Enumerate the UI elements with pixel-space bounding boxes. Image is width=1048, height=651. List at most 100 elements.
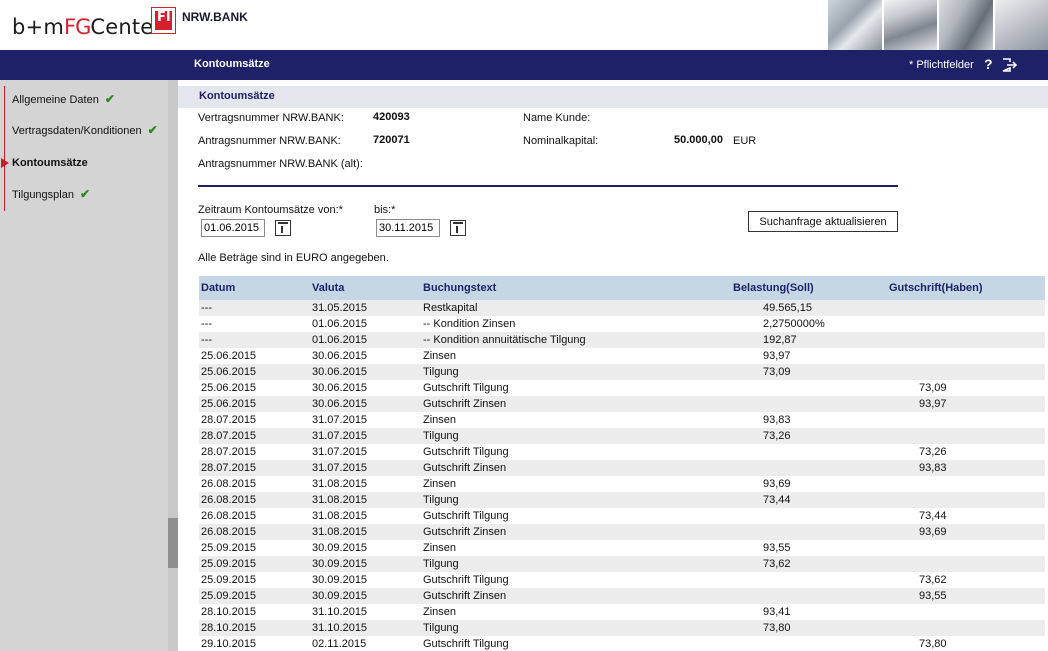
cell-datum: --- bbox=[199, 332, 310, 348]
transactions-table: Datum Valuta Buchungstext Belastung(Soll… bbox=[199, 276, 1045, 651]
logo-fg: FG bbox=[63, 15, 91, 39]
cell-datum: 26.08.2015 bbox=[199, 508, 310, 524]
sidebar-scrollbar-thumb[interactable] bbox=[168, 518, 178, 568]
antragsnummer-value: 720071 bbox=[373, 134, 410, 146]
cell-buchungstext: Tilgung bbox=[421, 620, 731, 636]
cell-valuta: 01.06.2015 bbox=[310, 316, 421, 332]
cell-valuta: 30.09.2015 bbox=[310, 556, 421, 572]
cell-gutschrift bbox=[887, 556, 1045, 572]
date-from-input[interactable] bbox=[201, 219, 265, 237]
cell-gutschrift bbox=[887, 412, 1045, 428]
antragsnummer-label: Antragsnummer NRW.BANK: bbox=[198, 135, 341, 147]
cell-belastung bbox=[731, 460, 887, 476]
cell-valuta: 31.07.2015 bbox=[310, 444, 421, 460]
nominalkapital-label: Nominalkapital: bbox=[523, 135, 599, 147]
vertragsnummer-value: 420093 bbox=[373, 111, 410, 123]
cell-belastung: 73,62 bbox=[731, 556, 887, 572]
sidebar-item-allgemeine-daten[interactable]: Allgemeine Daten ✔ bbox=[12, 92, 115, 106]
cell-datum: 26.08.2015 bbox=[199, 524, 310, 540]
cell-belastung: 73,80 bbox=[731, 620, 887, 636]
cell-gutschrift: 93,55 bbox=[887, 588, 1045, 604]
app-header: b+mFGCenter FI NRW.BANK bbox=[0, 0, 1048, 50]
cell-buchungstext: -- Kondition annuitätische Tilgung bbox=[421, 332, 731, 348]
zeitraum-von-label: Zeitraum Kontoumsätze von:* bbox=[198, 204, 343, 216]
cell-belastung bbox=[731, 572, 887, 588]
table-row: 25.06.2015 30.06.2015 Zinsen 93,97 bbox=[199, 348, 1045, 364]
cell-belastung bbox=[731, 380, 887, 396]
cell-buchungstext: Tilgung bbox=[421, 556, 731, 572]
table-row: 26.08.2015 31.08.2015 Zinsen 93,69 bbox=[199, 476, 1045, 492]
cell-datum: 25.09.2015 bbox=[199, 540, 310, 556]
cell-buchungstext: Tilgung bbox=[421, 364, 731, 380]
cell-buchungstext: Zinsen bbox=[421, 604, 731, 620]
table-row: 28.10.2015 31.10.2015 Zinsen 93,41 bbox=[199, 604, 1045, 620]
table-row: --- 01.06.2015 -- Kondition Zinsen 2,275000… bbox=[199, 316, 1045, 332]
column-header-buchungstext: Buchungstext bbox=[421, 276, 731, 300]
table-row: 25.06.2015 30.06.2015 Gutschrift Tilgung 73… bbox=[199, 380, 1045, 396]
check-icon: ✔ bbox=[104, 92, 115, 106]
cell-belastung bbox=[731, 444, 887, 460]
table-row: 25.06.2015 30.06.2015 Gutschrift Zinsen 93,… bbox=[199, 396, 1045, 412]
cell-gutschrift bbox=[887, 300, 1045, 316]
cell-valuta: 30.06.2015 bbox=[310, 396, 421, 412]
table-row: 26.08.2015 31.08.2015 Gutschrift Tilgung 73… bbox=[199, 508, 1045, 524]
sidebar-item-vertragsdaten[interactable]: Vertragsdaten/Konditionen ✔ bbox=[12, 123, 158, 137]
banner-image-1 bbox=[828, 0, 882, 50]
help-icon[interactable]: ? bbox=[984, 56, 993, 72]
cell-buchungstext: Gutschrift Tilgung bbox=[421, 508, 731, 524]
table-row: 29.10.2015 02.11.2015 Gutschrift Tilgung 73… bbox=[199, 636, 1045, 651]
cell-datum: 25.06.2015 bbox=[199, 364, 310, 380]
logout-icon[interactable] bbox=[1002, 58, 1018, 72]
cell-buchungstext: Gutschrift Zinsen bbox=[421, 588, 731, 604]
cell-valuta: 30.06.2015 bbox=[310, 364, 421, 380]
cell-valuta: 31.07.2015 bbox=[310, 428, 421, 444]
sidebar-item-tilgungsplan[interactable]: Tilgungsplan ✔ bbox=[12, 187, 90, 201]
banner-image-2 bbox=[883, 0, 937, 50]
cell-gutschrift bbox=[887, 316, 1045, 332]
column-header-belastung: Belastung(Soll) bbox=[731, 276, 887, 300]
cell-belastung bbox=[731, 396, 887, 412]
vertragsnummer-label: Vertragsnummer NRW.BANK: bbox=[198, 112, 344, 124]
table-row: 28.07.2015 31.07.2015 Gutschrift Tilgung 73… bbox=[199, 444, 1045, 460]
cell-buchungstext: Gutschrift Zinsen bbox=[421, 396, 731, 412]
table-row: 28.07.2015 31.07.2015 Zinsen 93,83 bbox=[199, 412, 1045, 428]
sidebar-item-kontoumsaetze[interactable]: Kontoumsätze bbox=[12, 157, 88, 169]
sidebar-nav: Allgemeine Daten ✔ Vertragsdaten/Konditio… bbox=[0, 80, 168, 651]
cell-valuta: 31.08.2015 bbox=[310, 524, 421, 540]
calendar-icon-to[interactable] bbox=[450, 220, 466, 236]
column-header-datum: Datum bbox=[199, 276, 310, 300]
cell-datum: 28.10.2015 bbox=[199, 620, 310, 636]
cell-datum: 25.09.2015 bbox=[199, 588, 310, 604]
cell-buchungstext: -- Kondition Zinsen bbox=[421, 316, 731, 332]
cell-buchungstext: Gutschrift Tilgung bbox=[421, 380, 731, 396]
cell-valuta: 02.11.2015 bbox=[310, 636, 421, 651]
table-row: 25.09.2015 30.09.2015 Zinsen 93,55 bbox=[199, 540, 1045, 556]
refresh-search-button[interactable]: Suchanfrage aktualisieren bbox=[748, 211, 898, 232]
cell-gutschrift: 73,62 bbox=[887, 572, 1045, 588]
cell-belastung bbox=[731, 524, 887, 540]
table-row: 25.09.2015 30.09.2015 Gutschrift Tilgung 73… bbox=[199, 572, 1045, 588]
table-body: --- 31.05.2015 Restkapital 49.565,15 --- 01.0… bbox=[199, 300, 1045, 651]
cell-belastung: 93,83 bbox=[731, 412, 887, 428]
section-divider bbox=[198, 185, 898, 187]
cell-valuta: 01.06.2015 bbox=[310, 332, 421, 348]
header-banner-images bbox=[826, 0, 1048, 50]
cell-gutschrift: 73,09 bbox=[887, 380, 1045, 396]
nominalkapital-value: 50.000,00 bbox=[674, 134, 723, 146]
cell-gutschrift: 93,69 bbox=[887, 524, 1045, 540]
cell-valuta: 30.06.2015 bbox=[310, 380, 421, 396]
cell-belastung: 192,87 bbox=[731, 332, 887, 348]
cell-gutschrift: 73,80 bbox=[887, 636, 1045, 651]
cell-valuta: 30.09.2015 bbox=[310, 572, 421, 588]
cell-belastung: 73,44 bbox=[731, 492, 887, 508]
table-row: --- 31.05.2015 Restkapital 49.565,15 bbox=[199, 300, 1045, 316]
zeitraum-bis-label: bis:* bbox=[374, 204, 396, 216]
sidebar-progress-line bbox=[4, 86, 5, 211]
cell-datum: 28.07.2015 bbox=[199, 428, 310, 444]
date-to-input[interactable] bbox=[376, 219, 440, 237]
table-header-row: Datum Valuta Buchungstext Belastung(Soll… bbox=[199, 276, 1045, 300]
table-row: 25.09.2015 30.09.2015 Gutschrift Zinsen 93,… bbox=[199, 588, 1045, 604]
banner-image-3 bbox=[939, 0, 993, 50]
cell-datum: 26.08.2015 bbox=[199, 492, 310, 508]
calendar-icon-from[interactable] bbox=[275, 220, 291, 236]
